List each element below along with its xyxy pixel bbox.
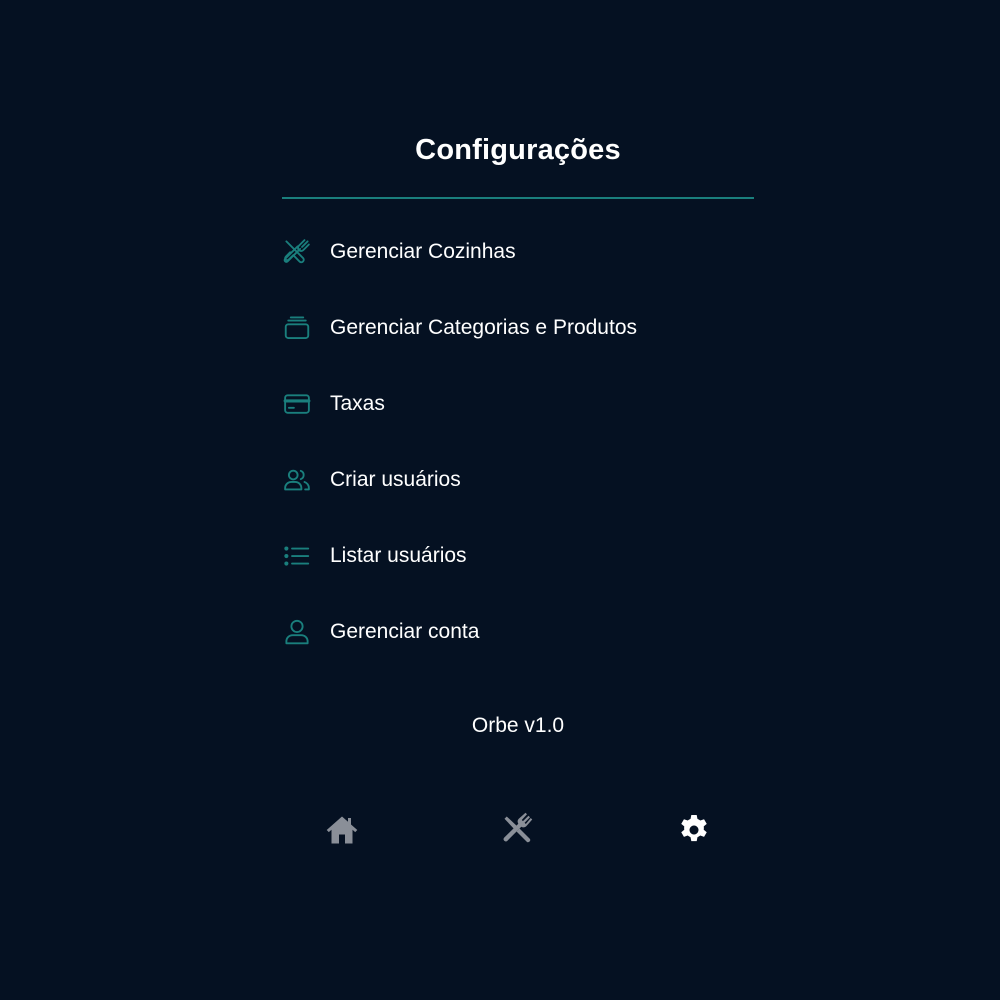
nav-home-button[interactable] xyxy=(322,812,362,852)
utensils-icon xyxy=(500,812,536,853)
menu-label: Criar usuários xyxy=(330,468,461,491)
settings-menu: Gerenciar Cozinhas Gerenciar Categorias … xyxy=(282,214,754,670)
gear-icon xyxy=(676,812,712,853)
menu-label: Gerenciar Categorias e Produtos xyxy=(330,316,637,339)
settings-screen: Configurações Gerenciar Cozinhas Gerenci… xyxy=(0,0,1000,1000)
menu-label: Taxas xyxy=(330,392,385,415)
list-icon xyxy=(282,541,312,571)
title-divider xyxy=(282,197,754,199)
user-icon xyxy=(282,617,312,647)
home-icon xyxy=(324,812,360,853)
menu-label: Gerenciar conta xyxy=(330,620,480,643)
menu-item-listar-usuarios[interactable]: Listar usuários xyxy=(282,518,754,594)
utensils-icon xyxy=(282,237,312,267)
page-title: Configurações xyxy=(415,134,621,166)
menu-label: Gerenciar Cozinhas xyxy=(330,240,516,263)
menu-item-gerenciar-conta[interactable]: Gerenciar conta xyxy=(282,594,754,670)
menu-item-criar-usuarios[interactable]: Criar usuários xyxy=(282,442,754,518)
credit-card-icon xyxy=(282,389,312,419)
nav-settings-button[interactable] xyxy=(674,812,714,852)
nav-kitchen-button[interactable] xyxy=(498,812,538,852)
menu-label: Listar usuários xyxy=(330,544,467,567)
menu-item-taxas[interactable]: Taxas xyxy=(282,366,754,442)
menu-item-gerenciar-cozinhas[interactable]: Gerenciar Cozinhas xyxy=(282,214,754,290)
stack-icon xyxy=(282,313,312,343)
bottom-nav xyxy=(0,812,1000,852)
menu-item-gerenciar-categorias[interactable]: Gerenciar Categorias e Produtos xyxy=(282,290,754,366)
app-version: Orbe v1.0 xyxy=(471,714,565,737)
users-icon xyxy=(282,465,312,495)
